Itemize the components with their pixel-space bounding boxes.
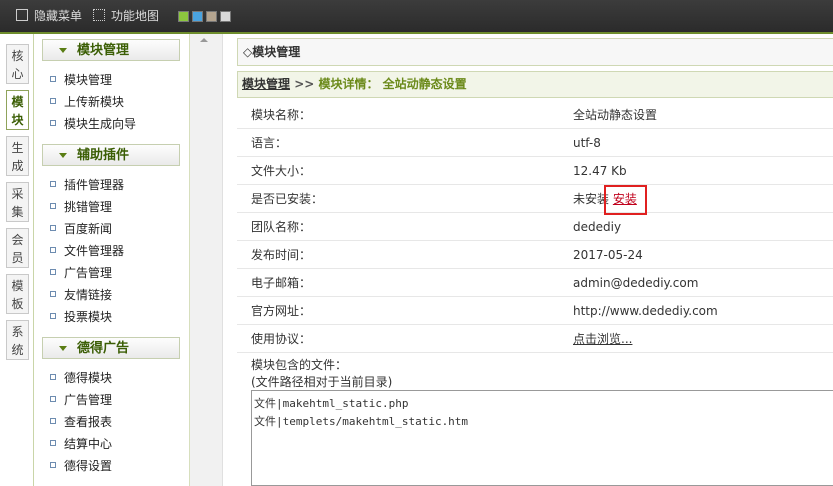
panel-title: ◇模块管理 bbox=[237, 38, 833, 66]
menu-item-dede-module[interactable]: 德得模块 bbox=[50, 367, 112, 389]
breadcrumb: 模块管理 >> 模块详情： 全站动静态设置 bbox=[237, 71, 833, 98]
breadcrumb-separator: >> bbox=[290, 77, 319, 91]
tab-collect[interactable]: 采集 bbox=[6, 182, 29, 222]
bullet-icon bbox=[50, 462, 56, 468]
detail-row-license: 使用协议： 点击浏览... bbox=[237, 325, 833, 353]
tab-system[interactable]: 系统 bbox=[6, 320, 29, 360]
tab-template[interactable]: 模板 bbox=[6, 274, 29, 314]
detail-row-file-size: 文件大小： 12.47 Kb bbox=[237, 157, 833, 185]
menu-item-settlement-center[interactable]: 结算中心 bbox=[50, 433, 112, 455]
sidebar-menu: 模块管理 模块管理 上传新模块 模块生成向导 辅助插件 插件管理器 挑错管理 百… bbox=[34, 34, 190, 486]
menu-item-vote-module[interactable]: 投票模块 bbox=[50, 306, 112, 328]
skin-swatch-green[interactable] bbox=[178, 11, 189, 22]
tab-core[interactable]: 核心 bbox=[6, 44, 29, 84]
bullet-icon bbox=[50, 203, 56, 209]
triangle-down-icon bbox=[59, 48, 67, 53]
files-label: 模块包含的文件： (文件路径相对于当前目录) bbox=[251, 358, 393, 389]
triangle-down-icon bbox=[59, 153, 67, 158]
skin-swatch-blue[interactable] bbox=[192, 11, 203, 22]
detail-row-module-name: 模块名称： 全站动静态设置 bbox=[237, 101, 833, 129]
menu-icon bbox=[16, 9, 28, 21]
detail-row-publish-date: 发布时间： 2017-05-24 bbox=[237, 241, 833, 269]
menu-item-view-reports[interactable]: 查看报表 bbox=[50, 411, 112, 433]
tab-member[interactable]: 会员 bbox=[6, 228, 29, 268]
grid-icon bbox=[93, 9, 105, 21]
skin-swatch-brown[interactable] bbox=[206, 11, 217, 22]
file-line: 文件|templets/makehtml_static.htm bbox=[254, 415, 469, 428]
menu-item-module-management[interactable]: 模块管理 bbox=[50, 69, 112, 91]
detail-row-team: 团队名称： dedediy bbox=[237, 213, 833, 241]
menu-item-error-report[interactable]: 挑错管理 bbox=[50, 196, 112, 218]
main-content: ◇模块管理 模块管理 >> 模块详情： 全站动静态设置 模块名称： 全站动静态设… bbox=[237, 38, 833, 486]
bullet-icon bbox=[50, 181, 56, 187]
triangle-down-icon bbox=[59, 346, 67, 351]
tab-module[interactable]: 模块 bbox=[6, 90, 29, 130]
menu-item-upload-module[interactable]: 上传新模块 bbox=[50, 91, 124, 113]
scroll-up-arrow-icon[interactable] bbox=[200, 38, 208, 42]
bullet-icon bbox=[50, 313, 56, 319]
menu-item-dede-settings[interactable]: 德得设置 bbox=[50, 455, 112, 477]
detail-row-installed: 是否已安装： 未安装 安装 bbox=[237, 185, 833, 213]
menu-group-plugins[interactable]: 辅助插件 bbox=[42, 144, 180, 166]
skin-swatch-gray[interactable] bbox=[220, 11, 231, 22]
left-tabs: 核心 模块 生成 采集 会员 模板 系统 bbox=[0, 34, 34, 486]
menu-group-module-management[interactable]: 模块管理 bbox=[42, 39, 180, 61]
bullet-icon bbox=[50, 225, 56, 231]
breadcrumb-current: 模块详情： 全站动静态设置 bbox=[318, 77, 467, 91]
menu-item-plugin-manager[interactable]: 插件管理器 bbox=[50, 174, 124, 196]
menu-item-friend-links[interactable]: 友情链接 bbox=[50, 284, 112, 306]
menu-item-file-manager[interactable]: 文件管理器 bbox=[50, 240, 124, 262]
tab-generate[interactable]: 生成 bbox=[6, 136, 29, 176]
menu-item-module-wizard[interactable]: 模块生成向导 bbox=[50, 113, 136, 135]
hide-menu-button[interactable]: 隐藏菜单 bbox=[16, 0, 82, 32]
menu-item-ad-management[interactable]: 广告管理 bbox=[50, 262, 112, 284]
highlight-box bbox=[604, 185, 647, 215]
bullet-icon bbox=[50, 396, 56, 402]
function-map-button[interactable]: 功能地图 bbox=[93, 0, 159, 32]
menu-group-dede-ads[interactable]: 德得广告 bbox=[42, 337, 180, 359]
bullet-icon bbox=[50, 418, 56, 424]
bullet-icon bbox=[50, 269, 56, 275]
bullet-icon bbox=[50, 247, 56, 253]
breadcrumb-link-module-management[interactable]: 模块管理 bbox=[242, 77, 290, 91]
bullet-icon bbox=[50, 440, 56, 446]
license-browse-link[interactable]: 点击浏览... bbox=[573, 332, 632, 346]
bullet-icon bbox=[50, 120, 56, 126]
bullet-icon bbox=[50, 76, 56, 82]
detail-row-language: 语言： utf-8 bbox=[237, 129, 833, 157]
bullet-icon bbox=[50, 374, 56, 380]
menu-scrollbar[interactable] bbox=[190, 34, 223, 486]
top-bar: 隐藏菜单 功能地图 bbox=[0, 0, 833, 34]
menu-item-baidu-news[interactable]: 百度新闻 bbox=[50, 218, 112, 240]
bullet-icon bbox=[50, 291, 56, 297]
detail-row-website: 官方网址： http://www.dedediy.com bbox=[237, 297, 833, 325]
menu-item-dede-ad-management[interactable]: 广告管理 bbox=[50, 389, 112, 411]
detail-row-email: 电子邮箱： admin@dedediy.com bbox=[237, 269, 833, 297]
bullet-icon bbox=[50, 98, 56, 104]
file-line: 文件|makehtml_static.php bbox=[254, 397, 409, 410]
files-textarea[interactable]: 文件|makehtml_static.php 文件|templets/makeh… bbox=[251, 390, 833, 486]
